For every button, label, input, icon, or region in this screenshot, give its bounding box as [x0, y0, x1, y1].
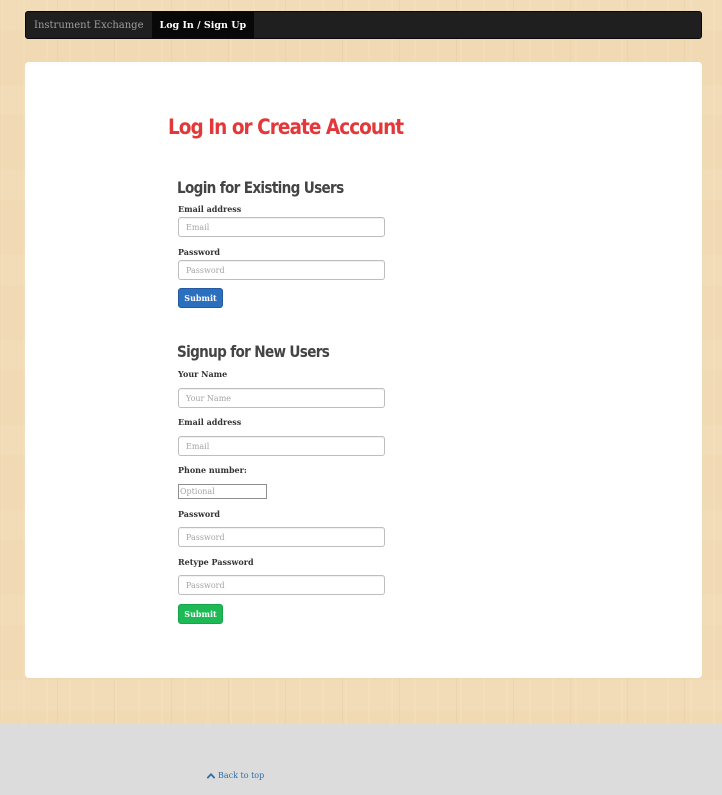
- top-navbar: Instrument Exchange Log In / Sign Up: [25, 11, 702, 39]
- login-submit-button[interactable]: Submit: [178, 288, 223, 308]
- login-email-input[interactable]: [178, 217, 385, 237]
- login-heading: Login for Existing Users: [177, 178, 344, 197]
- signup-retype-label: Retype Password: [178, 557, 254, 567]
- signup-phone-label: Phone number:: [178, 465, 247, 475]
- signup-password-input[interactable]: [178, 527, 385, 547]
- page-title: Log In or Create Account: [168, 115, 404, 139]
- signup-heading: Signup for New Users: [177, 342, 330, 361]
- signup-password-label: Password: [178, 509, 221, 519]
- login-email-label: Email address: [178, 204, 242, 214]
- signup-retype-input[interactable]: [178, 575, 385, 595]
- brand-link[interactable]: Instrument Exchange: [26, 12, 152, 38]
- back-to-top-label: Back to top: [218, 771, 265, 780]
- signup-email-label: Email address: [178, 417, 242, 427]
- signup-name-label: Your Name: [178, 369, 228, 379]
- page-footer: Back to top: [0, 724, 722, 795]
- signup-submit-button[interactable]: Submit: [178, 604, 223, 624]
- signup-name-input[interactable]: [178, 388, 385, 408]
- back-to-top-link[interactable]: Back to top: [207, 771, 264, 780]
- chevron-up-icon: [207, 773, 215, 779]
- login-password-label: Password: [178, 247, 221, 257]
- signup-phone-input[interactable]: [178, 484, 267, 499]
- signup-email-input[interactable]: [178, 436, 385, 456]
- login-password-input[interactable]: [178, 260, 385, 280]
- nav-item-login-signup[interactable]: Log In / Sign Up: [151, 12, 255, 38]
- main-card: Log In or Create Account Login for Exist…: [25, 62, 702, 678]
